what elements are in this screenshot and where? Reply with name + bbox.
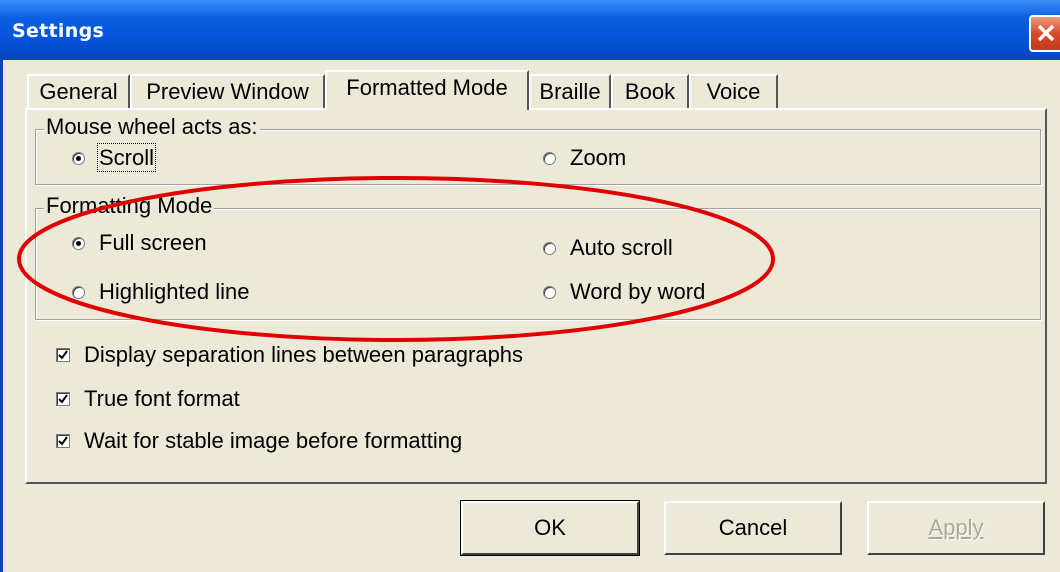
radio-zoom-label: Zoom <box>570 145 627 170</box>
tab-preview-window[interactable]: Preview Window <box>130 74 325 108</box>
formatting-mode-legend: Formatting Mode <box>44 193 215 219</box>
window-title: Settings <box>12 20 105 42</box>
radio-full-screen-label: Full screen <box>99 230 207 255</box>
checkbox-true-font-format-label: True font format <box>84 386 240 411</box>
tab-formatted-mode[interactable]: Formatted Mode <box>325 70 529 110</box>
tab-voice[interactable]: Voice <box>689 74 778 108</box>
radio-word-by-word-label: Word by word <box>570 279 706 304</box>
title-bar[interactable]: Settings <box>0 0 1060 60</box>
radio-auto-scroll[interactable]: Auto scroll <box>543 235 673 261</box>
radio-button-icon[interactable] <box>72 237 85 250</box>
checkbox-separation-lines-label: Display separation lines between paragra… <box>84 342 524 367</box>
checkbox-separation-lines[interactable]: Display separation lines between paragra… <box>56 342 523 368</box>
radio-full-screen[interactable]: Full screen <box>72 230 207 256</box>
tab-general[interactable]: General <box>27 74 130 108</box>
tab-braille[interactable]: Braille <box>529 74 611 108</box>
checkbox-true-font-format[interactable]: True font format <box>56 386 240 412</box>
radio-highlighted-line[interactable]: Highlighted line <box>72 279 249 305</box>
close-button[interactable] <box>1029 15 1060 52</box>
radio-auto-scroll-label: Auto scroll <box>570 235 673 260</box>
mouse-wheel-group: Mouse wheel acts as: <box>35 114 1041 185</box>
checkbox-checked-icon[interactable] <box>56 348 70 362</box>
tab-book[interactable]: Book <box>611 74 689 108</box>
close-icon <box>1037 24 1055 42</box>
apply-label: Apply <box>928 515 984 540</box>
radio-button-icon[interactable] <box>543 242 556 255</box>
radio-button-icon[interactable] <box>72 152 85 165</box>
radio-zoom[interactable]: Zoom <box>543 145 626 171</box>
window-frame <box>0 60 3 572</box>
ok-button[interactable]: OK <box>460 500 640 556</box>
cancel-button[interactable]: Cancel <box>664 501 842 555</box>
radio-scroll-label: Scroll <box>96 143 157 172</box>
checkbox-wait-stable-image-label: Wait for stable image before formatting <box>84 428 463 453</box>
checkbox-checked-icon[interactable] <box>56 392 70 406</box>
checkbox-wait-stable-image[interactable]: Wait for stable image before formatting <box>56 428 462 454</box>
radio-word-by-word[interactable]: Word by word <box>543 279 705 305</box>
radio-button-icon[interactable] <box>72 286 85 299</box>
radio-scroll[interactable]: Scroll <box>72 143 157 172</box>
checkbox-checked-icon[interactable] <box>56 434 70 448</box>
radio-highlighted-line-label: Highlighted line <box>99 279 250 304</box>
apply-button[interactable]: Apply <box>867 501 1045 555</box>
radio-button-icon[interactable] <box>543 152 556 165</box>
mouse-wheel-legend: Mouse wheel acts as: <box>44 114 260 140</box>
radio-button-icon[interactable] <box>543 286 556 299</box>
